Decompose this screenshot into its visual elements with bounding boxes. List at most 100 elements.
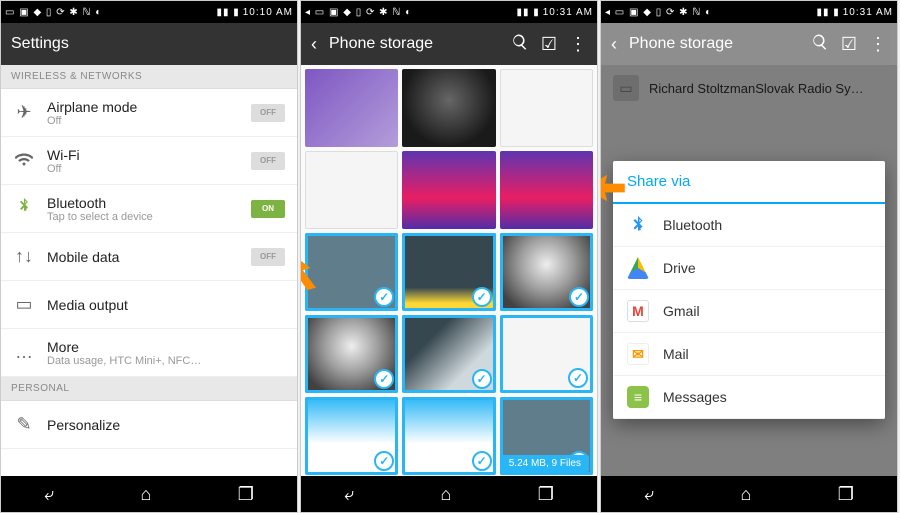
status-bar: ▭ ▣ ◆ ▯ ⟳ ✱ ℕ ◐ ▮▮ ▮ 10:10 AM bbox=[1, 1, 297, 23]
thumb[interactable] bbox=[500, 69, 593, 147]
appbar-title: Settings bbox=[11, 35, 287, 53]
nav-bar: ⤶ ⌂ ❐ bbox=[1, 476, 297, 512]
share-drive[interactable]: Drive bbox=[613, 247, 885, 290]
bluetooth-icon bbox=[13, 196, 35, 221]
nav-bar: ⤶ ⌂ ❐ bbox=[301, 476, 597, 512]
share-label: Drive bbox=[663, 260, 696, 276]
overflow-icon[interactable]: ⋮ bbox=[569, 34, 587, 55]
airplane-toggle[interactable]: OFF bbox=[251, 104, 285, 122]
gmail-icon: M bbox=[627, 300, 649, 322]
dialog-title: Share via bbox=[613, 161, 885, 204]
messages-icon: ≡ bbox=[627, 386, 649, 408]
label: Wi-Fi bbox=[47, 147, 239, 163]
check-icon: ✓ bbox=[569, 287, 589, 307]
phone-share-dialog: ◂ ▭ ▣ ◆ ▯ ⟳ ✱ ℕ ◐ ▮▮ ▮ 10:31 AM ‹ Phone … bbox=[600, 0, 898, 513]
home-button[interactable]: ⌂ bbox=[141, 484, 152, 505]
row-wifi[interactable]: Wi-Fi Off OFF bbox=[1, 137, 297, 185]
recent-button[interactable]: ❐ bbox=[238, 484, 254, 505]
share-bluetooth[interactable]: Bluetooth bbox=[613, 204, 885, 247]
label: Personalize bbox=[47, 417, 285, 433]
label: Bluetooth bbox=[47, 195, 239, 211]
search-icon[interactable] bbox=[811, 33, 829, 56]
thumb-selected[interactable]: ✓ bbox=[402, 397, 495, 475]
thumb-selected[interactable]: ✓ bbox=[305, 315, 398, 393]
select-icon[interactable]: ☑ bbox=[541, 34, 557, 55]
phone-settings: ▭ ▣ ◆ ▯ ⟳ ✱ ℕ ◐ ▮▮ ▮ 10:10 AM Settings W… bbox=[0, 0, 298, 513]
status-time: 10:31 AM bbox=[543, 7, 593, 18]
row-more[interactable]: … More Data usage, HTC Mini+, NFC… bbox=[1, 329, 297, 377]
share-gmail[interactable]: M Gmail bbox=[613, 290, 885, 333]
sub: Tap to select a device bbox=[47, 211, 239, 223]
appbar-settings: Settings bbox=[1, 23, 297, 65]
back-button[interactable]: ⤶ bbox=[344, 484, 354, 505]
mobile-toggle[interactable]: OFF bbox=[251, 248, 285, 266]
personalize-icon: ✎ bbox=[13, 414, 35, 435]
overflow-icon[interactable]: ⋮ bbox=[869, 34, 887, 55]
check-icon: ✓ bbox=[568, 368, 588, 388]
section-wireless: WIRELESS & NETWORKS bbox=[1, 65, 297, 89]
selection-info: 5.24 MB, 9 Files bbox=[501, 455, 589, 472]
bluetooth-toggle[interactable]: ON bbox=[251, 200, 285, 218]
thumb-selected[interactable]: ✓ bbox=[500, 315, 593, 393]
file-row[interactable]: ▭ Richard StoltzmanSlovak Radio Sy… bbox=[601, 65, 897, 111]
row-personalize[interactable]: ✎ Personalize bbox=[1, 401, 297, 449]
thumb[interactable] bbox=[305, 151, 398, 229]
back-icon[interactable]: ‹ bbox=[311, 34, 317, 55]
check-icon: ✓ bbox=[374, 287, 394, 307]
row-mobile-data[interactable]: ↑↓ Mobile data OFF bbox=[1, 233, 297, 281]
appbar-storage: ‹ Phone storage ☑ ⋮ bbox=[601, 23, 897, 65]
sub: Off bbox=[47, 163, 239, 175]
mail-icon: ✉ bbox=[627, 343, 649, 365]
file-name: Richard StoltzmanSlovak Radio Sy… bbox=[649, 81, 864, 96]
recent-button[interactable]: ❐ bbox=[538, 484, 554, 505]
home-button[interactable]: ⌂ bbox=[441, 484, 452, 505]
share-label: Mail bbox=[663, 346, 689, 362]
thumb[interactable] bbox=[402, 69, 495, 147]
thumb-selected[interactable]: ✓ bbox=[305, 397, 398, 475]
status-icons: ◂ ▭ ▣ ◆ ▯ ⟳ ✱ ℕ ◐ bbox=[305, 7, 412, 18]
search-icon[interactable] bbox=[511, 33, 529, 56]
status-time: 10:31 AM bbox=[843, 7, 893, 18]
back-button[interactable]: ⤶ bbox=[44, 484, 54, 505]
drive-icon bbox=[627, 257, 649, 279]
share-mail[interactable]: ✉ Mail bbox=[613, 333, 885, 376]
thumb-selected[interactable]: ✓ bbox=[402, 315, 495, 393]
status-icons: ▭ ▣ ◆ ▯ ⟳ ✱ ℕ ◐ bbox=[5, 7, 102, 18]
select-icon[interactable]: ☑ bbox=[841, 34, 857, 55]
label: More bbox=[47, 339, 285, 355]
share-label: Bluetooth bbox=[663, 217, 722, 233]
label: Media output bbox=[47, 297, 285, 313]
thumb[interactable] bbox=[500, 151, 593, 229]
check-icon: ✓ bbox=[472, 369, 492, 389]
wifi-icon bbox=[13, 149, 35, 172]
appbar-title: Phone storage bbox=[329, 35, 499, 53]
share-messages[interactable]: ≡ Messages bbox=[613, 376, 885, 419]
back-icon[interactable]: ‹ bbox=[611, 34, 617, 55]
row-media-output[interactable]: ▭ Media output bbox=[1, 281, 297, 329]
thumb[interactable] bbox=[402, 151, 495, 229]
thumb-selected[interactable]: ✓ bbox=[402, 233, 495, 311]
back-button[interactable]: ⤶ bbox=[644, 484, 654, 505]
more-icon: … bbox=[13, 342, 35, 363]
wifi-toggle[interactable]: OFF bbox=[251, 152, 285, 170]
check-icon: ✓ bbox=[472, 287, 492, 307]
label: Mobile data bbox=[47, 249, 239, 265]
recent-button[interactable]: ❐ bbox=[838, 484, 854, 505]
phone-storage-grid: ◂ ▭ ▣ ◆ ▯ ⟳ ✱ ℕ ◐ ▮▮ ▮ 10:31 AM ‹ Phone … bbox=[300, 0, 598, 513]
thumb[interactable] bbox=[305, 69, 398, 147]
row-airplane[interactable]: ✈ Airplane mode Off OFF bbox=[1, 89, 297, 137]
sub: Data usage, HTC Mini+, NFC… bbox=[47, 355, 285, 367]
status-icons: ◂ ▭ ▣ ◆ ▯ ⟳ ✱ ℕ ◐ bbox=[605, 7, 712, 18]
nav-bar: ⤶ ⌂ ❐ bbox=[601, 476, 897, 512]
home-button[interactable]: ⌂ bbox=[741, 484, 752, 505]
status-right: ▮▮ ▮ 10:31 AM bbox=[816, 7, 893, 18]
sub: Off bbox=[47, 115, 239, 127]
row-bluetooth[interactable]: Bluetooth Tap to select a device ON bbox=[1, 185, 297, 233]
thumb-selected[interactable]: ✓ bbox=[500, 233, 593, 311]
share-label: Gmail bbox=[663, 303, 700, 319]
bluetooth-icon bbox=[627, 214, 649, 236]
dimmed-content: ▭ Richard StoltzmanSlovak Radio Sy… ▭ Re… bbox=[601, 65, 897, 476]
status-right: ▮▮ ▮ 10:31 AM bbox=[516, 7, 593, 18]
share-dialog: Share via Bluetooth Drive M Gmail ✉ Mail… bbox=[613, 161, 885, 419]
thumb-selected[interactable]: ✓ bbox=[305, 233, 398, 311]
